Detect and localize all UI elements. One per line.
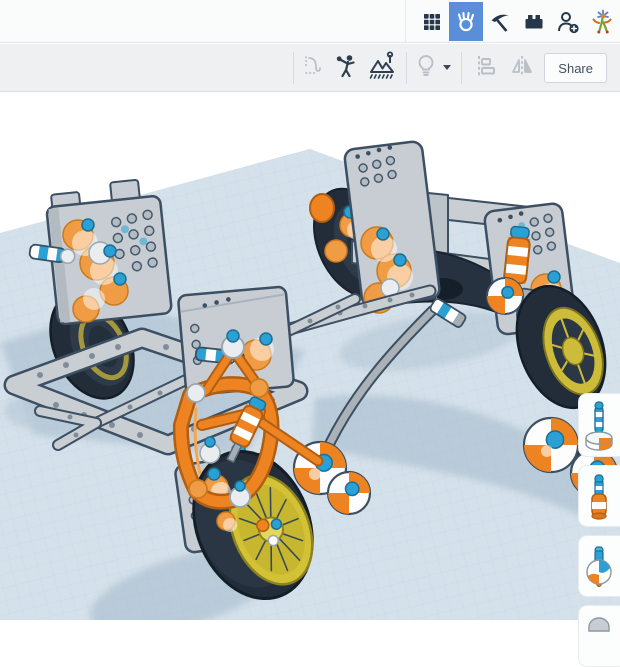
share-button[interactable]: Share (544, 53, 607, 83)
hub-disc[interactable] (522, 416, 580, 474)
drop-path-icon (301, 53, 327, 84)
tool-divider (293, 52, 294, 84)
brick-icon (522, 10, 546, 34)
brick-button[interactable] (517, 2, 551, 41)
gray-part-thumbnail-partial (583, 609, 615, 663)
part-card-partial[interactable] (578, 605, 620, 667)
topbar-divider (405, 0, 406, 42)
part-card-shock-absorber[interactable] (578, 465, 620, 527)
tool-row (289, 44, 576, 92)
pickaxe-icon (488, 10, 512, 34)
shock-absorber-thumbnail (583, 469, 615, 523)
ball-joint-thumbnail (583, 539, 615, 593)
orange-knob[interactable] (309, 193, 335, 223)
pickaxe-button[interactable] (483, 2, 517, 41)
person-throw-button[interactable] (333, 51, 361, 85)
grid-view-button[interactable] (415, 2, 449, 41)
tool-divider (461, 52, 462, 84)
align-icon (473, 53, 497, 84)
person-add-icon (554, 8, 582, 36)
lightbulb-icon (414, 53, 438, 84)
dropdown-caret-button[interactable] (440, 51, 454, 85)
tool-divider (406, 52, 407, 84)
top-icon-row (415, 2, 619, 41)
hub-disc[interactable] (326, 470, 372, 516)
hand-gesture-icon (453, 9, 479, 35)
person-throw-icon (333, 52, 361, 85)
lightbulb-button[interactable] (414, 51, 438, 85)
top-bar (0, 0, 620, 43)
mascot-avatar-button[interactable] (585, 2, 619, 41)
part-card-ball-socket[interactable] (578, 393, 620, 457)
ball-socket-connector-thumbnail (583, 398, 615, 452)
caret-down-icon (440, 59, 454, 77)
person-add-button[interactable] (551, 2, 585, 41)
design-canvas[interactable] (0, 93, 620, 620)
hand-gesture-button[interactable] (449, 2, 483, 41)
part-card-ball-joint[interactable] (578, 535, 620, 597)
mirror-button[interactable] (509, 51, 535, 85)
3d-scene[interactable] (0, 93, 620, 620)
mascot-avatar-icon (589, 9, 615, 35)
grid-view-icon (420, 10, 444, 34)
edit-toolbar: Share (0, 44, 620, 92)
mirror-icon (509, 53, 535, 84)
terrain-flag-button[interactable] (367, 50, 399, 86)
drop-path-button[interactable] (301, 51, 327, 85)
share-button-label: Share (558, 60, 593, 76)
terrain-flag-icon (367, 50, 399, 86)
align-button[interactable] (473, 51, 497, 85)
